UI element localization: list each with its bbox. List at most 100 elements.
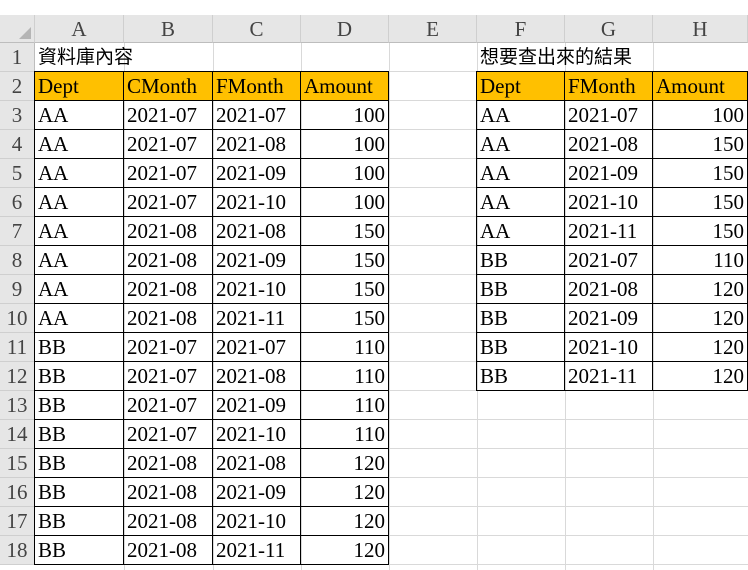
- left-table-cell[interactable]: 2021-10: [212, 419, 301, 449]
- left-table-cell[interactable]: AA: [34, 100, 124, 130]
- left-table-cell[interactable]: 2021-09: [212, 390, 301, 420]
- left-table-cell[interactable]: 110: [300, 419, 389, 449]
- right-table-cell[interactable]: 2021-08: [564, 274, 653, 304]
- left-table-cell[interactable]: 2021-07: [212, 332, 301, 362]
- right-table-header-amount[interactable]: Amount: [652, 71, 748, 101]
- left-table-cell[interactable]: 150: [300, 303, 389, 333]
- left-table-cell[interactable]: 110: [300, 361, 389, 391]
- left-table-cell[interactable]: 2021-11: [212, 303, 301, 333]
- right-table-cell[interactable]: 150: [652, 216, 748, 246]
- column-header-h[interactable]: H: [653, 15, 748, 43]
- left-table-cell[interactable]: 120: [300, 535, 389, 565]
- column-header-d[interactable]: D: [301, 15, 389, 43]
- left-table-cell[interactable]: 2021-10: [212, 187, 301, 217]
- left-table-cell[interactable]: AA: [34, 158, 124, 188]
- left-table-cell[interactable]: 120: [300, 448, 389, 478]
- left-table-cell[interactable]: BB: [34, 419, 124, 449]
- left-table-cell[interactable]: AA: [34, 187, 124, 217]
- right-table-header-dept[interactable]: Dept: [476, 71, 565, 101]
- left-table-header-amount[interactable]: Amount: [300, 71, 389, 101]
- left-table-cell[interactable]: 2021-07: [123, 100, 213, 130]
- left-table-cell[interactable]: AA: [34, 245, 124, 275]
- column-header-a[interactable]: A: [35, 15, 124, 43]
- right-table-cell[interactable]: 150: [652, 129, 748, 159]
- column-header-f[interactable]: F: [477, 15, 565, 43]
- right-table-cell[interactable]: BB: [476, 274, 565, 304]
- row-header-14[interactable]: 14: [0, 420, 35, 449]
- row-header-6[interactable]: 6: [0, 188, 35, 217]
- left-table-cell[interactable]: BB: [34, 506, 124, 536]
- right-table-cell[interactable]: 2021-09: [564, 303, 653, 333]
- row-header-8[interactable]: 8: [0, 246, 35, 275]
- left-table-cell[interactable]: 2021-08: [212, 361, 301, 391]
- left-table-cell[interactable]: BB: [34, 332, 124, 362]
- left-table-cell[interactable]: 2021-09: [212, 245, 301, 275]
- left-table-cell[interactable]: 2021-08: [123, 245, 213, 275]
- left-table-cell[interactable]: AA: [34, 216, 124, 246]
- row-header-13[interactable]: 13: [0, 391, 35, 420]
- left-table-cell[interactable]: 150: [300, 216, 389, 246]
- right-table-cell[interactable]: BB: [476, 332, 565, 362]
- row-header-16[interactable]: 16: [0, 478, 35, 507]
- row-header-7[interactable]: 7: [0, 217, 35, 246]
- right-table-cell[interactable]: BB: [476, 245, 565, 275]
- right-table-cell[interactable]: 110: [652, 245, 748, 275]
- left-table-cell[interactable]: 2021-08: [123, 216, 213, 246]
- right-table-cell[interactable]: AA: [476, 216, 565, 246]
- left-table-cell[interactable]: 150: [300, 245, 389, 275]
- left-table-cell[interactable]: 2021-08: [212, 129, 301, 159]
- row-header-12[interactable]: 12: [0, 362, 35, 391]
- right-table-cell[interactable]: 150: [652, 158, 748, 188]
- left-table-cell[interactable]: BB: [34, 477, 124, 507]
- left-table-cell[interactable]: 110: [300, 332, 389, 362]
- column-header-g[interactable]: G: [565, 15, 653, 43]
- right-table-cell[interactable]: 120: [652, 274, 748, 304]
- right-table-cell[interactable]: 2021-11: [564, 216, 653, 246]
- right-table-cell[interactable]: 2021-08: [564, 129, 653, 159]
- right-table-cell[interactable]: 2021-11: [564, 361, 653, 391]
- row-header-15[interactable]: 15: [0, 449, 35, 478]
- left-table-cell[interactable]: 2021-08: [212, 448, 301, 478]
- row-header-5[interactable]: 5: [0, 159, 35, 188]
- right-table-cell[interactable]: 120: [652, 303, 748, 333]
- column-header-e[interactable]: E: [389, 15, 477, 43]
- row-header-9[interactable]: 9: [0, 275, 35, 304]
- left-table-cell[interactable]: 100: [300, 129, 389, 159]
- right-table-cell[interactable]: BB: [476, 303, 565, 333]
- left-table-cell[interactable]: BB: [34, 535, 124, 565]
- right-table-cell[interactable]: AA: [476, 129, 565, 159]
- row-header-18[interactable]: 18: [0, 536, 35, 565]
- left-table-cell[interactable]: 2021-11: [212, 535, 301, 565]
- left-table-cell[interactable]: BB: [34, 390, 124, 420]
- left-table-cell[interactable]: 2021-07: [212, 100, 301, 130]
- right-table-header-fmonth[interactable]: FMonth: [564, 71, 653, 101]
- left-table-cell[interactable]: 100: [300, 187, 389, 217]
- left-table-cell[interactable]: 2021-07: [123, 361, 213, 391]
- column-header-c[interactable]: C: [213, 15, 301, 43]
- left-table-header-cmonth[interactable]: CMonth: [123, 71, 213, 101]
- right-table-cell[interactable]: 2021-07: [564, 100, 653, 130]
- row-header-10[interactable]: 10: [0, 304, 35, 333]
- left-table-cell[interactable]: 2021-07: [123, 332, 213, 362]
- left-table-cell[interactable]: 2021-08: [212, 216, 301, 246]
- left-table-cell[interactable]: 2021-08: [123, 274, 213, 304]
- left-table-cell[interactable]: 2021-08: [123, 535, 213, 565]
- left-table-cell[interactable]: 2021-07: [123, 390, 213, 420]
- left-table-cell[interactable]: 150: [300, 274, 389, 304]
- right-table-cell[interactable]: 2021-09: [564, 158, 653, 188]
- left-table-cell[interactable]: 2021-10: [212, 274, 301, 304]
- left-table-cell[interactable]: 2021-08: [123, 448, 213, 478]
- left-table-title[interactable]: 資料庫內容: [35, 43, 389, 72]
- row-header-1[interactable]: 1: [0, 43, 35, 72]
- left-table-cell[interactable]: 2021-07: [123, 419, 213, 449]
- left-table-cell[interactable]: AA: [34, 274, 124, 304]
- left-table-cell[interactable]: 2021-08: [123, 506, 213, 536]
- right-table-cell[interactable]: AA: [476, 158, 565, 188]
- row-header-4[interactable]: 4: [0, 130, 35, 159]
- column-header-b[interactable]: B: [124, 15, 213, 43]
- left-table-cell[interactable]: 2021-07: [123, 129, 213, 159]
- right-table-title[interactable]: 想要查出來的結果: [477, 43, 748, 72]
- left-table-cell[interactable]: 100: [300, 100, 389, 130]
- right-table-cell[interactable]: 2021-10: [564, 187, 653, 217]
- right-table-cell[interactable]: 120: [652, 361, 748, 391]
